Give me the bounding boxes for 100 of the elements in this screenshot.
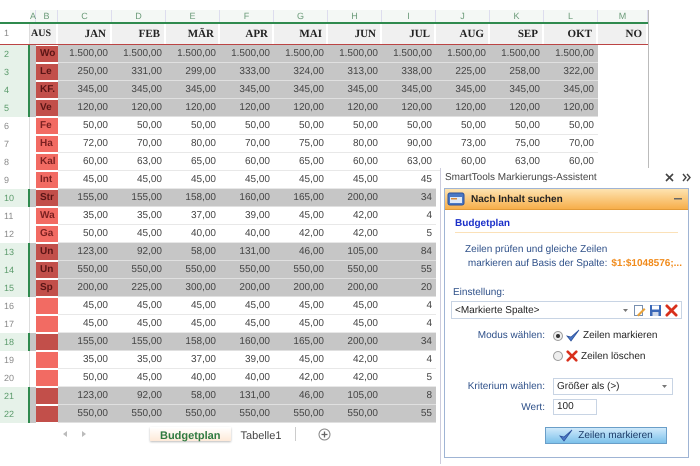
edit-document-icon[interactable] [633, 304, 646, 316]
section-header[interactable]: Nach Inhalt suchen [445, 189, 688, 210]
column-header[interactable]: A [30, 10, 36, 22]
table-cell: 299,00 [166, 63, 220, 81]
table-cell: 345,00 [112, 81, 166, 99]
row-number[interactable]: 4 [0, 81, 30, 99]
label-cell: Fe [36, 118, 58, 134]
label-cell: Le [36, 64, 58, 80]
table-cell: 120,00 [112, 99, 166, 117]
range-link[interactable]: $1:$1048576;... [611, 257, 682, 271]
table-cell: 345,00 [328, 81, 382, 99]
add-sheet-icon[interactable] [318, 428, 332, 440]
table-cell: 345,00 [58, 81, 112, 99]
criterion-label: Kriterium wählen: [466, 381, 546, 392]
row-number[interactable]: 19 [0, 351, 30, 369]
table-cell: 50,00 [328, 117, 382, 135]
sheet-tab[interactable]: Tabelle1 [230, 427, 292, 441]
table-cell: 550,00 [328, 261, 382, 279]
column-header[interactable]: D [112, 10, 166, 22]
table-cell: 35,00 [112, 351, 166, 369]
row-number[interactable]: 13 [0, 243, 30, 261]
row-number[interactable]: 2 [0, 45, 30, 63]
table-cell: 225,00 [112, 279, 166, 297]
column-header[interactable]: K [490, 10, 544, 22]
table-cell: 300,00 [166, 279, 220, 297]
radio-button[interactable] [553, 351, 563, 361]
row-number[interactable]: 8 [0, 153, 30, 171]
table-cell: 324,00 [274, 63, 328, 81]
setting-label: Einstellung: [453, 287, 506, 298]
table-cell: 258,00 [490, 63, 544, 81]
value-field[interactable]: 100 [553, 399, 597, 415]
table-cell: 39,00 [220, 207, 274, 225]
close-icon[interactable] [665, 172, 674, 182]
label-cell: KF. [36, 82, 58, 98]
row-number[interactable]: 22 [0, 405, 30, 423]
column-header[interactable]: G [274, 10, 328, 22]
row-number[interactable]: 18 [0, 333, 30, 351]
radio-label[interactable]: Zeilen markieren [583, 330, 658, 341]
row-number[interactable]: 11 [0, 207, 30, 225]
double-chevron-icon[interactable] [682, 172, 691, 182]
label-cell [36, 370, 58, 386]
table-cell: 50,00 [58, 117, 112, 135]
row-number[interactable]: 3 [0, 63, 30, 81]
row-number[interactable]: 15 [0, 279, 30, 297]
table-cell: 1.500,00 [112, 45, 166, 63]
minimize-icon[interactable] [674, 197, 682, 201]
column-header[interactable]: H [328, 10, 382, 22]
table-cell: 105,00 [328, 387, 382, 405]
row-number[interactable]: 7 [0, 135, 30, 153]
row-number[interactable]: 16 [0, 297, 30, 315]
table-cell: 45,00 [274, 351, 328, 369]
table-cell: 550,00 [274, 261, 328, 279]
radio-label[interactable]: Zeilen löschen [581, 350, 646, 362]
table-cell: 50,00 [490, 117, 544, 135]
column-header[interactable]: L [544, 10, 598, 22]
mark-rows-button[interactable]: Zeilen markieren [545, 427, 667, 444]
table-cell: 35,00 [58, 351, 112, 369]
header-cell: JUN [328, 24, 382, 44]
header-cell: MAI [274, 24, 328, 44]
column-header[interactable]: B [36, 10, 58, 22]
table-cell: 70,00 [112, 135, 166, 153]
save-icon[interactable] [649, 304, 662, 316]
table-cell: 550,00 [328, 405, 382, 423]
column-header[interactable]: E [166, 10, 220, 22]
column-header[interactable]: M [598, 10, 648, 22]
table-cell: 75,00 [274, 135, 328, 153]
column-header[interactable]: C [58, 10, 112, 22]
table-cell: 50,00 [166, 117, 220, 135]
check-icon [559, 429, 574, 442]
row-number[interactable]: 21 [0, 387, 30, 405]
setting-dropdown[interactable]: <Markierte Spalte> [451, 301, 682, 319]
table-cell: 73,00 [436, 135, 490, 153]
criterion-dropdown[interactable]: Größer als (>) [553, 378, 673, 395]
column-header[interactable]: J [436, 10, 490, 22]
table-cell: 1.500,00 [544, 45, 598, 63]
table-cell: 158,00 [166, 189, 220, 207]
column-header[interactable]: I [382, 10, 436, 22]
label-cell: Un [36, 244, 58, 260]
label-cell: Sp [36, 280, 58, 296]
description-text: Zeilen prüfen und gleiche Zeilen markieren auf Basis der Spalte: [464, 243, 608, 271]
row-number[interactable]: 14 [0, 261, 30, 279]
table-cell: 84 [382, 243, 436, 261]
table-cell: 55 [382, 405, 436, 423]
label-cell: Un [36, 262, 58, 278]
row-number[interactable]: 6 [0, 117, 30, 135]
label-cell [36, 298, 58, 314]
table-cell: 60,00 [328, 153, 382, 171]
table-cell: 160,00 [220, 333, 274, 351]
row-number[interactable]: 5 [0, 99, 30, 117]
sheet-tab[interactable]: Budgetplan [150, 427, 230, 441]
table-cell: 345,00 [490, 81, 544, 99]
label-cell [36, 406, 58, 422]
radio-button[interactable] [553, 330, 563, 340]
table-cell: 45,00 [328, 297, 382, 315]
table-cell: 313,00 [328, 63, 382, 81]
column-header[interactable]: F [220, 10, 274, 22]
table-cell: 65,00 [166, 153, 220, 171]
table-cell: 60,00 [58, 153, 112, 171]
row-number[interactable]: 10 [0, 189, 30, 207]
table-cell: 120,00 [544, 99, 598, 117]
